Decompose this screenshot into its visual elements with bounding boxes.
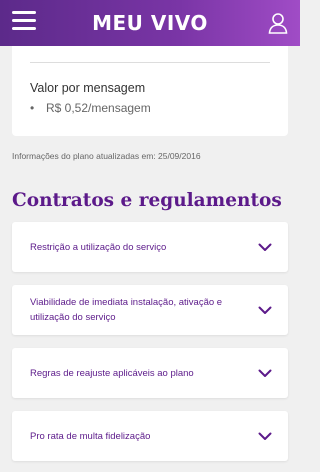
accordion-label: Viabilidade de imediata instalação, ativ… [30,297,223,323]
meu-vivo-logo: MEU VIVO [92,11,208,35]
hamburger-menu-icon[interactable] [12,11,36,33]
accordion-service-restriction[interactable]: Restrição a utilização do serviço [12,222,288,272]
chevron-down-icon [258,432,272,440]
accordion-service-viability[interactable]: Viabilidade de imediata instalação, ativ… [12,285,288,335]
contracts-section-title: Contratos e regulamentos [12,190,282,211]
chevron-down-icon [258,369,272,377]
accordion-label: Regras de reajuste aplicáveis ao plano [30,368,194,379]
plan-updated-date: Informações do plano atualizadas em: 25/… [12,151,201,161]
accordion-pro-rata-penalty[interactable]: Pro rata de multa fidelização [12,411,288,461]
price-per-message-value: • R$ 0,52/mensagem [30,101,151,115]
accordion-label: Pro rata de multa fidelização [30,431,151,442]
user-icon[interactable] [268,12,288,34]
accordion-label: Restrição a utilização do serviço [30,242,167,253]
accordion-adjustment-rules[interactable]: Regras de reajuste aplicáveis ao plano [12,348,288,398]
chevron-down-icon [258,306,272,314]
price-per-message-label: Valor por mensagem [30,81,146,95]
card-divider [30,62,270,63]
bullet-icon: • [30,101,35,115]
chevron-down-icon [258,243,272,251]
app-header: MEU VIVO [0,0,300,46]
plan-info-card: Valor por mensagem • R$ 0,52/mensagem [12,46,288,136]
price-value-text: R$ 0,52/mensagem [46,101,151,115]
